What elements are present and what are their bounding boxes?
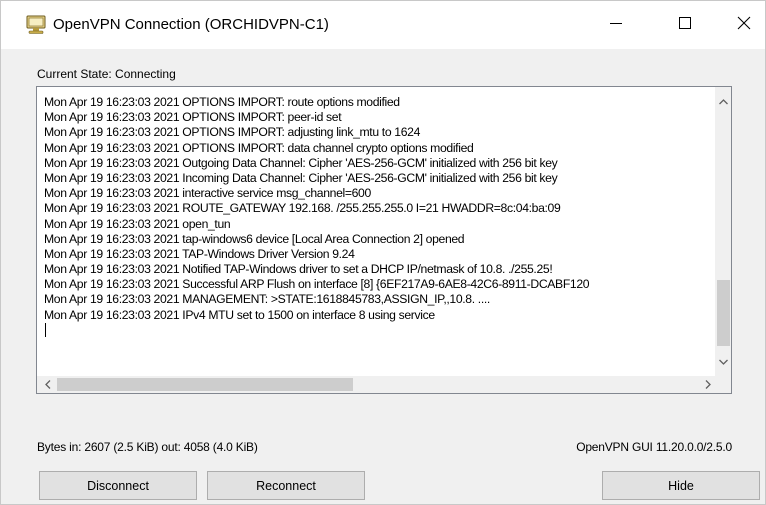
scroll-left-arrow-icon[interactable] — [41, 376, 55, 393]
log-line: Mon Apr 19 16:23:03 2021 Incoming Data C… — [44, 170, 558, 185]
log-line: Mon Apr 19 16:23:03 2021 open_tun — [44, 216, 231, 231]
scroll-right-arrow-icon[interactable] — [701, 376, 715, 393]
log-line: Mon Apr 19 16:23:03 2021 IPv4 MTU set to… — [44, 307, 435, 322]
minimize-button[interactable] — [587, 1, 645, 49]
scrollbar-corner — [715, 376, 731, 393]
log-line: Mon Apr 19 16:23:03 2021 OPTIONS IMPORT:… — [44, 110, 342, 125]
close-icon — [737, 16, 751, 35]
bytes-counter: Bytes in: 2607 (2.5 KiB) out: 4058 (4.0 … — [37, 440, 258, 454]
scroll-up-arrow-icon[interactable] — [715, 95, 731, 109]
disconnect-button[interactable]: Disconnect — [39, 471, 197, 500]
current-state-label: Current State: Connecting — [37, 67, 176, 81]
hide-button[interactable]: Hide — [602, 471, 760, 500]
openvpn-monitor-icon — [25, 15, 47, 35]
horizontal-scrollbar[interactable] — [37, 376, 715, 393]
window-title: OpenVPN Connection (ORCHIDVPN-C1) — [53, 16, 329, 33]
log-textbox[interactable]: Mon Apr 19 16:23:03 2021 OPTIONS IMPORT:… — [36, 86, 732, 394]
log-line: Mon Apr 19 16:23:03 2021 MANAGEMENT: >ST… — [44, 292, 490, 307]
log-line: Mon Apr 19 16:23:03 2021 TAP-Windows Dri… — [44, 246, 355, 261]
openvpn-connection-window: OpenVPN Connection (ORCHIDVPN-C1) Curren… — [0, 0, 766, 505]
minimize-icon — [610, 16, 622, 34]
log-line: Mon Apr 19 16:23:03 2021 tap-windows6 de… — [44, 231, 465, 246]
log-line: Mon Apr 19 16:23:03 2021 OPTIONS IMPORT:… — [44, 125, 421, 140]
log-line: Mon Apr 19 16:23:03 2021 OPTIONS IMPORT:… — [44, 95, 400, 109]
version-label: OpenVPN GUI 11.20.0.0/2.5.0 — [576, 440, 732, 454]
vertical-scroll-thumb[interactable] — [717, 280, 730, 346]
text-cursor — [45, 322, 46, 337]
maximize-button[interactable] — [656, 1, 714, 49]
vertical-scrollbar[interactable] — [715, 87, 731, 376]
log-line: Mon Apr 19 16:23:03 2021 ROUTE_GATEWAY 1… — [44, 201, 561, 216]
log-line: Mon Apr 19 16:23:03 2021 interactive ser… — [44, 186, 371, 201]
log-line: Mon Apr 19 16:23:03 2021 Successful ARP … — [44, 277, 590, 292]
title-bar[interactable]: OpenVPN Connection (ORCHIDVPN-C1) — [1, 1, 765, 49]
horizontal-scroll-thumb[interactable] — [57, 378, 353, 391]
close-button[interactable] — [715, 1, 766, 49]
log-line: Mon Apr 19 16:23:03 2021 Notified TAP-Wi… — [44, 262, 553, 277]
log-line: Mon Apr 19 16:23:03 2021 Outgoing Data C… — [44, 155, 558, 170]
scroll-down-arrow-icon[interactable] — [715, 355, 731, 369]
reconnect-button[interactable]: Reconnect — [207, 471, 365, 500]
log-line: Mon Apr 19 16:23:03 2021 OPTIONS IMPORT:… — [44, 140, 474, 155]
maximize-icon — [679, 16, 691, 34]
log-lines: Mon Apr 19 16:23:03 2021 OPTIONS IMPORT:… — [44, 95, 716, 365]
